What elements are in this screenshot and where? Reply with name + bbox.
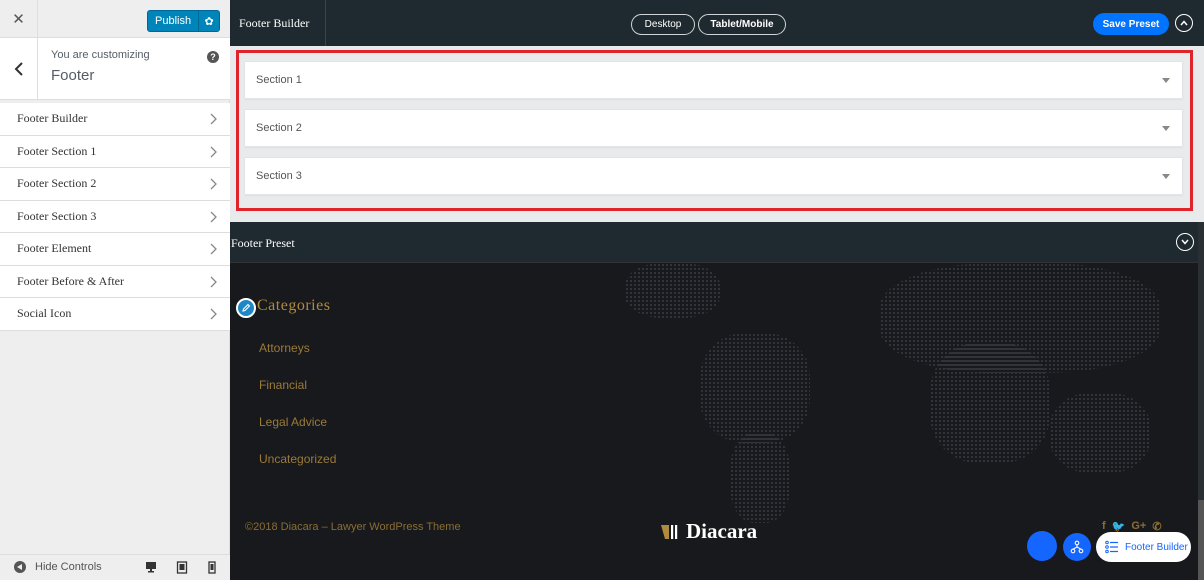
logo-icon bbox=[661, 524, 678, 539]
footer-builder-toggle[interactable]: Footer Builder bbox=[1096, 532, 1191, 562]
section-row-2[interactable]: Section 2 bbox=[244, 109, 1183, 147]
chevron-up-icon bbox=[1180, 20, 1188, 26]
sidebar-header: ✕ Publish ✿ bbox=[0, 0, 230, 38]
world-map-decoration bbox=[930, 343, 1050, 463]
sidebar-item-social-icon[interactable]: Social Icon bbox=[0, 298, 230, 331]
caret-down-icon[interactable] bbox=[1162, 78, 1170, 83]
collapse-icon bbox=[14, 561, 26, 573]
sitemap-button[interactable] bbox=[1063, 533, 1091, 561]
sidebar-item-footer-section-2[interactable]: Footer Section 2 bbox=[0, 168, 230, 201]
section-label: Section 1 bbox=[256, 74, 302, 86]
categories-title: Categories bbox=[257, 297, 331, 314]
chevron-right-icon bbox=[210, 113, 217, 125]
section-header: You are customizing Footer ? bbox=[0, 38, 230, 100]
chevron-right-icon bbox=[210, 211, 217, 222]
chevron-down-icon bbox=[1181, 239, 1189, 245]
sidebar-menu: Footer Builder Footer Section 1 Footer S… bbox=[0, 103, 230, 331]
sidebar-item-label: Footer Section 1 bbox=[17, 143, 97, 158]
footer-builder-bar: Footer Builder Desktop Tablet/Mobile Sav… bbox=[230, 0, 1204, 46]
close-icon[interactable]: ✕ bbox=[0, 0, 38, 38]
world-map-decoration bbox=[625, 263, 720, 318]
sidebar-item-footer-section-1[interactable]: Footer Section 1 bbox=[0, 135, 230, 168]
sidebar-item-footer-builder[interactable]: Footer Builder bbox=[0, 103, 230, 136]
sidebar-item-label: Footer Section 2 bbox=[17, 176, 97, 191]
sidebar-item-label: Footer Builder bbox=[17, 111, 88, 126]
desktop-icon[interactable] bbox=[145, 561, 157, 574]
section-label: Section 3 bbox=[256, 170, 302, 182]
sidebar-item-footer-element[interactable]: Footer Element bbox=[0, 233, 230, 266]
floating-action-button[interactable] bbox=[1027, 531, 1057, 561]
sidebar-item-footer-before-after[interactable]: Footer Before & After bbox=[0, 265, 230, 298]
copyright-text: ©2018 Diacara – Lawyer WordPress Theme bbox=[245, 521, 461, 533]
scrollbar-thumb[interactable] bbox=[1198, 500, 1204, 580]
expand-preset-button[interactable] bbox=[1176, 233, 1194, 251]
section-row-3[interactable]: Section 3 bbox=[244, 157, 1183, 195]
mobile-icon[interactable] bbox=[206, 561, 218, 574]
list-icon bbox=[1105, 540, 1118, 554]
publish-label[interactable]: Publish bbox=[148, 11, 200, 31]
device-desktop-button[interactable]: Desktop bbox=[631, 14, 695, 35]
category-link[interactable]: Uncategorized bbox=[259, 452, 336, 466]
chevron-right-icon bbox=[210, 308, 217, 320]
section-label: Section 2 bbox=[256, 122, 302, 134]
brand-name: Diacara bbox=[686, 519, 758, 543]
builder-title: Footer Builder bbox=[230, 0, 326, 46]
world-map-decoration bbox=[730, 433, 790, 523]
caret-down-icon[interactable] bbox=[1162, 126, 1170, 131]
world-map-decoration bbox=[700, 333, 810, 443]
chevron-right-icon bbox=[210, 146, 217, 157]
chevron-right-icon bbox=[210, 243, 217, 255]
collapse-builder-button[interactable] bbox=[1175, 14, 1193, 32]
preset-title: Footer Preset bbox=[231, 236, 295, 250]
footer-builder-label: Footer Builder bbox=[1125, 541, 1188, 553]
customizer-sidebar: ✕ Publish ✿ You are customizing Footer ?… bbox=[0, 0, 230, 580]
sidebar-footer: Hide Controls bbox=[0, 554, 230, 580]
builder-sections: Section 1 Section 2 Section 3 bbox=[230, 46, 1204, 222]
gear-icon[interactable]: ✿ bbox=[199, 15, 219, 28]
sitemap-icon bbox=[1070, 540, 1084, 554]
hide-controls-button[interactable]: Hide Controls bbox=[14, 561, 102, 573]
customizing-label: You are customizing bbox=[51, 49, 150, 61]
sidebar-item-label: Footer Before & After bbox=[17, 273, 124, 288]
world-map-decoration bbox=[1050, 393, 1150, 473]
sidebar-item-label: Footer Element bbox=[17, 241, 92, 256]
chevron-right-icon bbox=[210, 276, 217, 287]
section-title: Footer bbox=[51, 67, 95, 84]
caret-down-icon[interactable] bbox=[1162, 174, 1170, 179]
category-link[interactable]: Legal Advice bbox=[259, 415, 327, 429]
hide-controls-label: Hide Controls bbox=[35, 561, 102, 573]
facebook-icon[interactable]: f bbox=[1102, 520, 1106, 533]
publish-button[interactable]: Publish ✿ bbox=[147, 10, 221, 32]
sidebar-item-label: Social Icon bbox=[17, 306, 72, 321]
help-icon[interactable]: ? bbox=[207, 51, 219, 63]
sidebar-item-footer-section-3[interactable]: Footer Section 3 bbox=[0, 200, 230, 233]
tablet-icon[interactable] bbox=[176, 561, 188, 574]
pencil-icon[interactable] bbox=[236, 298, 256, 318]
footer-preset-bar: Footer Preset bbox=[230, 222, 1204, 263]
category-link[interactable]: Financial bbox=[259, 378, 307, 392]
footer-preview: Categories Attorneys Financial Legal Adv… bbox=[230, 263, 1204, 580]
brand-logo[interactable]: Diacara bbox=[658, 519, 757, 544]
device-tablet-button[interactable]: Tablet/Mobile bbox=[698, 14, 786, 35]
back-button[interactable] bbox=[0, 38, 38, 100]
sidebar-item-label: Footer Section 3 bbox=[17, 208, 97, 223]
chevron-right-icon bbox=[210, 178, 217, 190]
pencil-glyph bbox=[242, 303, 251, 312]
chevron-left-icon bbox=[14, 62, 23, 76]
category-link[interactable]: Attorneys bbox=[259, 341, 310, 355]
save-preset-button[interactable]: Save Preset bbox=[1093, 13, 1169, 35]
section-row-1[interactable]: Section 1 bbox=[244, 61, 1183, 99]
